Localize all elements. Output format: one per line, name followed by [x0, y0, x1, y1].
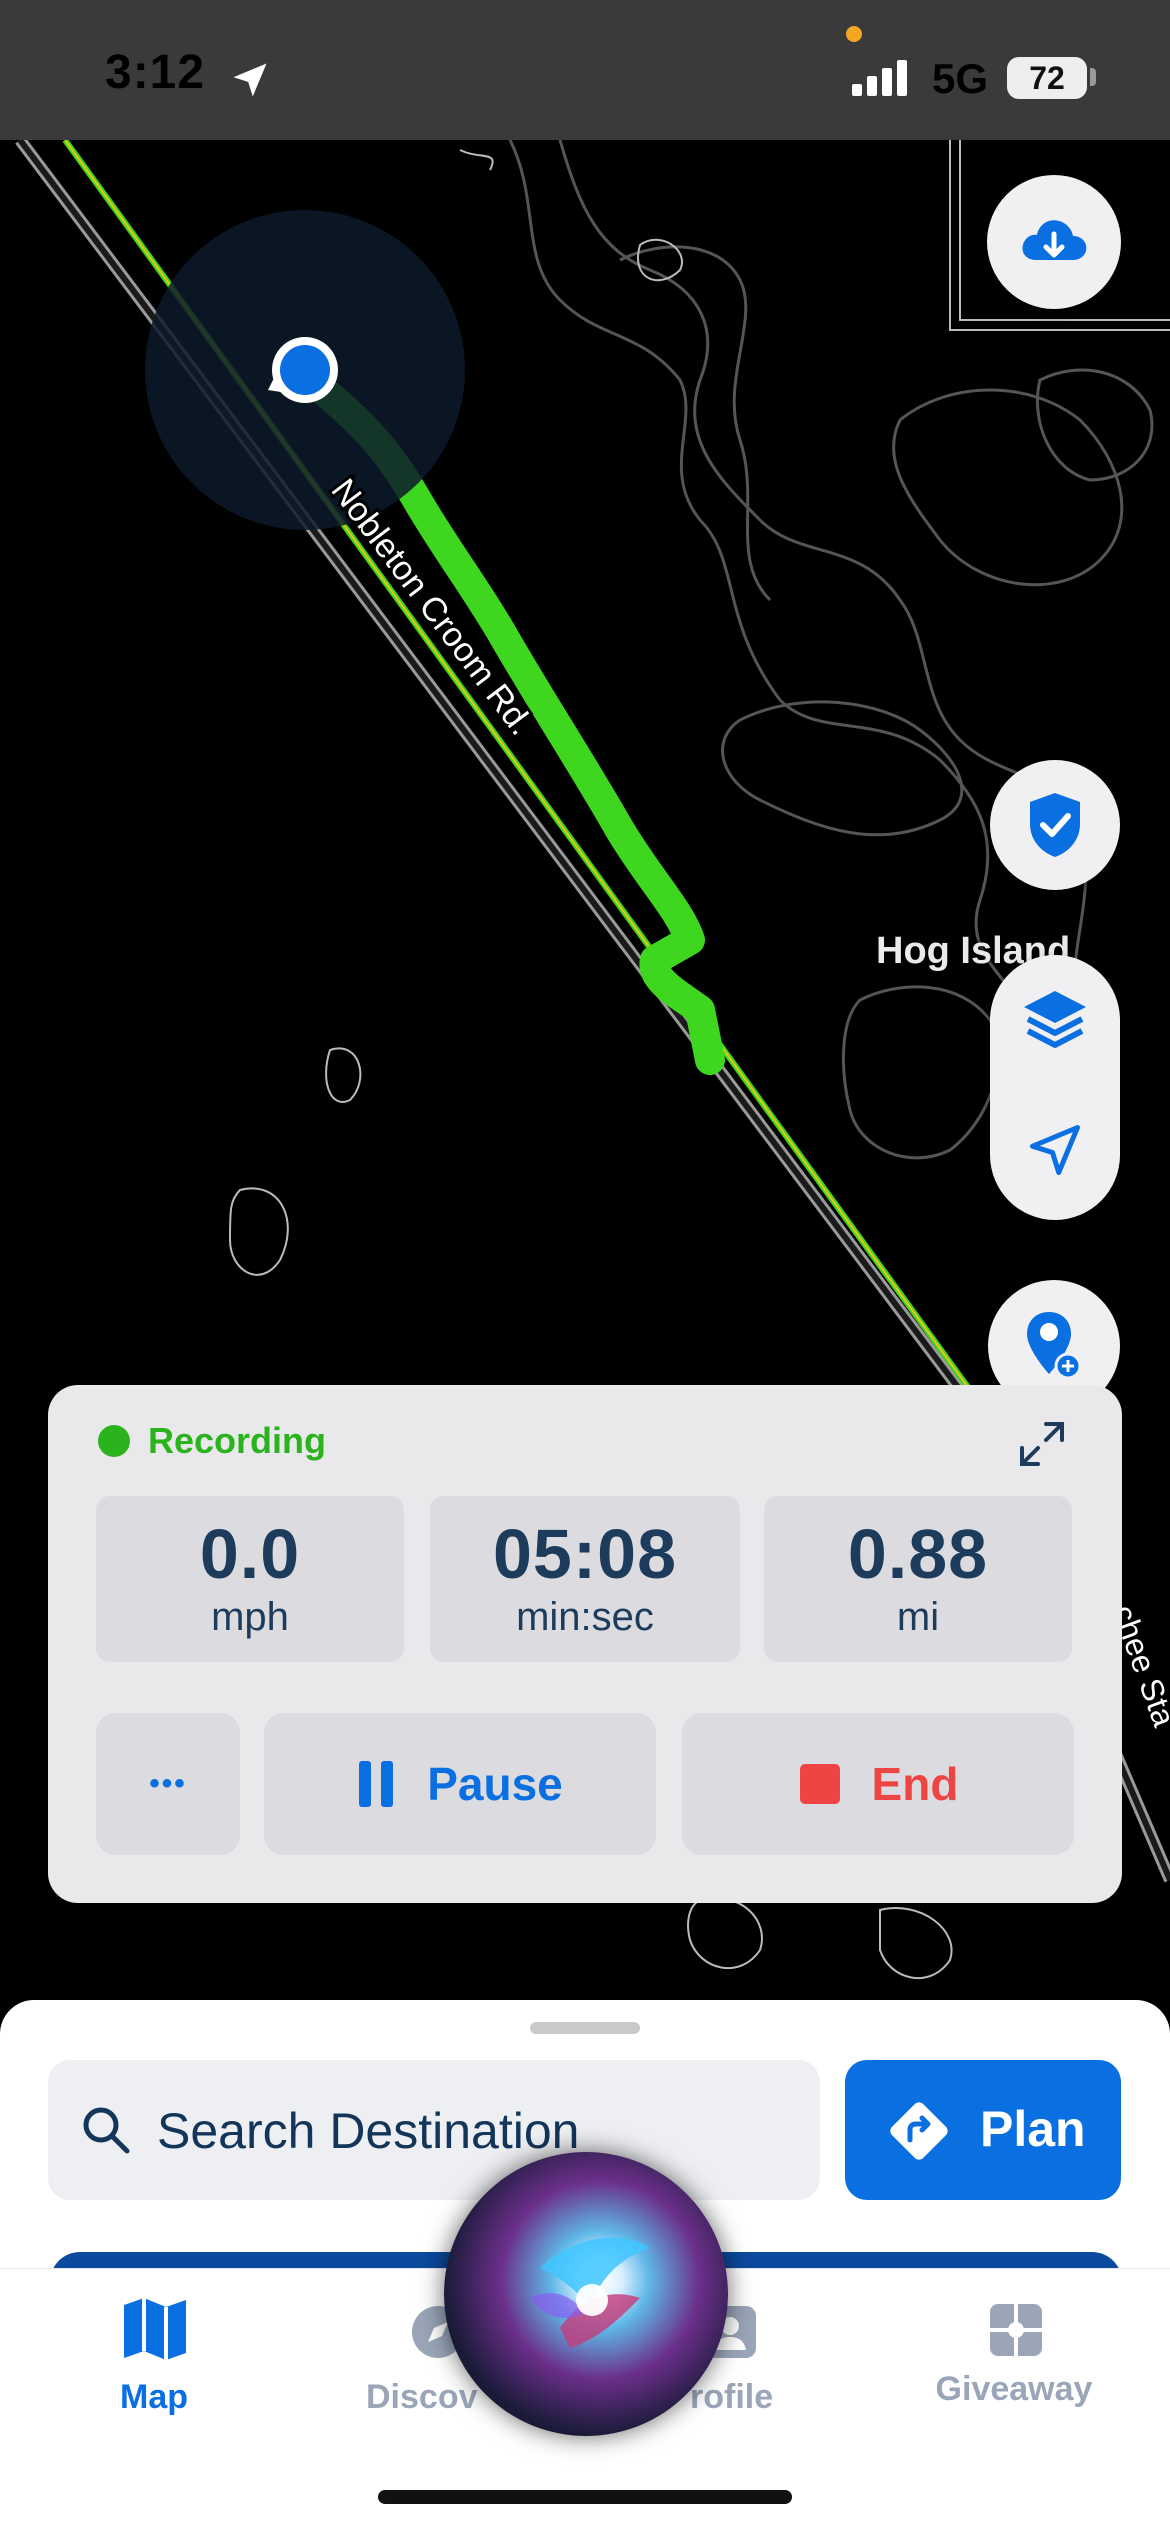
more-options-button[interactable]: ••• [96, 1713, 240, 1855]
sheet-drag-handle[interactable] [530, 2022, 640, 2034]
end-button[interactable]: End [682, 1713, 1074, 1855]
search-icon [83, 2107, 130, 2154]
network-type: 5G [932, 55, 989, 102]
cloud-download-icon [1022, 220, 1087, 260]
safety-shield-button[interactable] [990, 760, 1120, 890]
plan-label: Plan [980, 2101, 1086, 2157]
tab-map[interactable]: Map [44, 2290, 264, 2420]
map-icon [124, 2298, 186, 2360]
shield-check-icon [1030, 793, 1080, 857]
recording-status-label: Recording [148, 1420, 327, 1461]
offline-download-button[interactable] [987, 175, 1121, 309]
expand-icon [1020, 1422, 1064, 1466]
add-pin-icon [1027, 1312, 1082, 1380]
pause-label: Pause [427, 1758, 563, 1810]
duration-unit: min:sec [516, 1594, 654, 1639]
duration-value: 05:08 [492, 1514, 678, 1593]
speed-stat: 0.0 mph [96, 1496, 404, 1662]
privacy-indicator-dot [846, 26, 862, 42]
more-label: ••• [149, 1767, 187, 1800]
pause-button[interactable]: Pause [264, 1713, 656, 1855]
recenter-location-button[interactable] [1012, 1110, 1098, 1190]
gift-icon [990, 2304, 1042, 2356]
distance-stat: 0.88 mi [764, 1496, 1072, 1662]
end-label: End [871, 1758, 959, 1810]
stop-icon [799, 1764, 840, 1804]
home-indicator[interactable] [378, 2490, 792, 2504]
expand-panel-button[interactable] [1010, 1412, 1074, 1476]
tab-giveaway-label: Giveaway [935, 2370, 1093, 2408]
directions-icon [890, 2102, 948, 2160]
layers-button[interactable] [1012, 980, 1098, 1060]
location-arrow-icon [233, 63, 267, 97]
location-arrow-icon [1030, 1125, 1080, 1175]
battery-level: 72 [1029, 59, 1065, 96]
distance-unit: mi [896, 1594, 940, 1639]
recording-status-dot [98, 1425, 130, 1457]
siri-waveform-icon [530, 2237, 650, 2348]
speed-unit: mph [211, 1594, 289, 1639]
battery-icon: 72 [1007, 57, 1087, 99]
duration-stat: 05:08 min:sec [430, 1496, 740, 1662]
status-time: 3:12 [105, 46, 206, 99]
signal-bars-icon [852, 60, 907, 96]
speed-value: 0.0 [199, 1514, 301, 1593]
tab-map-label: Map [120, 2378, 188, 2416]
pause-icon [359, 1761, 394, 1807]
distance-value: 0.88 [847, 1514, 989, 1593]
search-placeholder: Search Destination [157, 2103, 580, 2159]
tab-giveaway[interactable]: Giveaway [904, 2290, 1124, 2420]
layers-icon [1024, 991, 1086, 1048]
battery-tip [1090, 68, 1096, 86]
